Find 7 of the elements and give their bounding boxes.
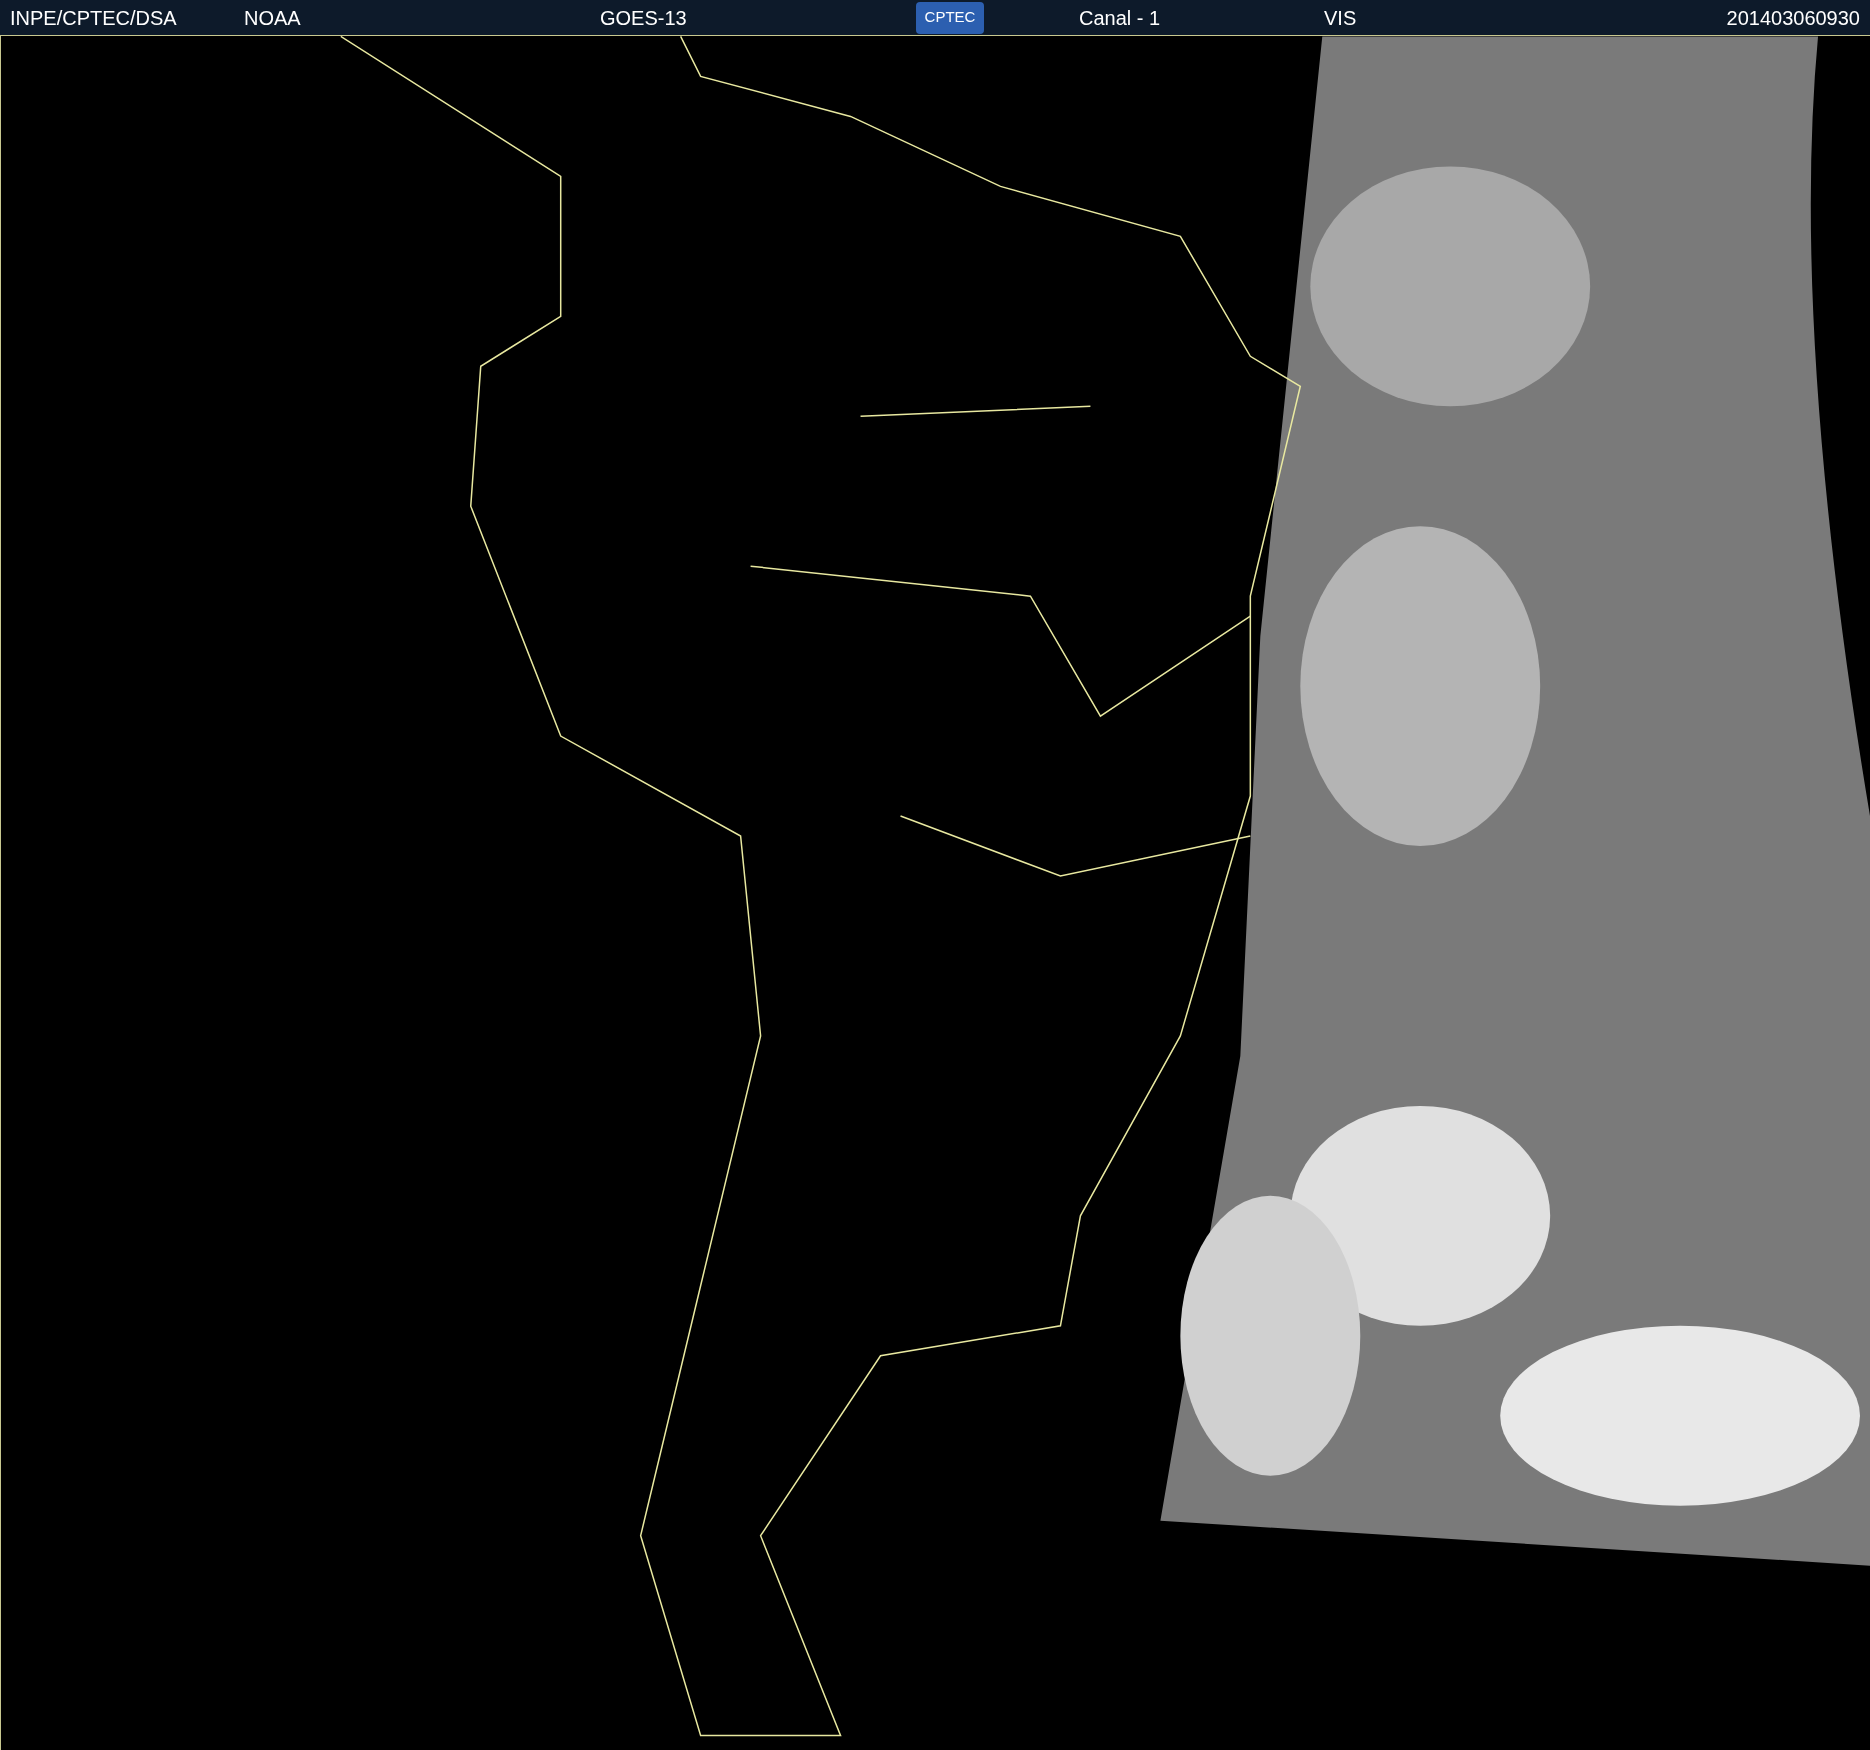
header-label: Canal - 1 <box>1079 5 1162 31</box>
header-label: VIS <box>1324 5 1358 31</box>
header-label: GOES-13 <box>600 5 688 31</box>
header-label: NOAA <box>244 5 302 31</box>
timestamp: 201403060930 <box>1726 5 1860 31</box>
logo: CPTEC <box>916 1 984 34</box>
header-label: INPE/CPTEC/DSA <box>10 5 178 31</box>
